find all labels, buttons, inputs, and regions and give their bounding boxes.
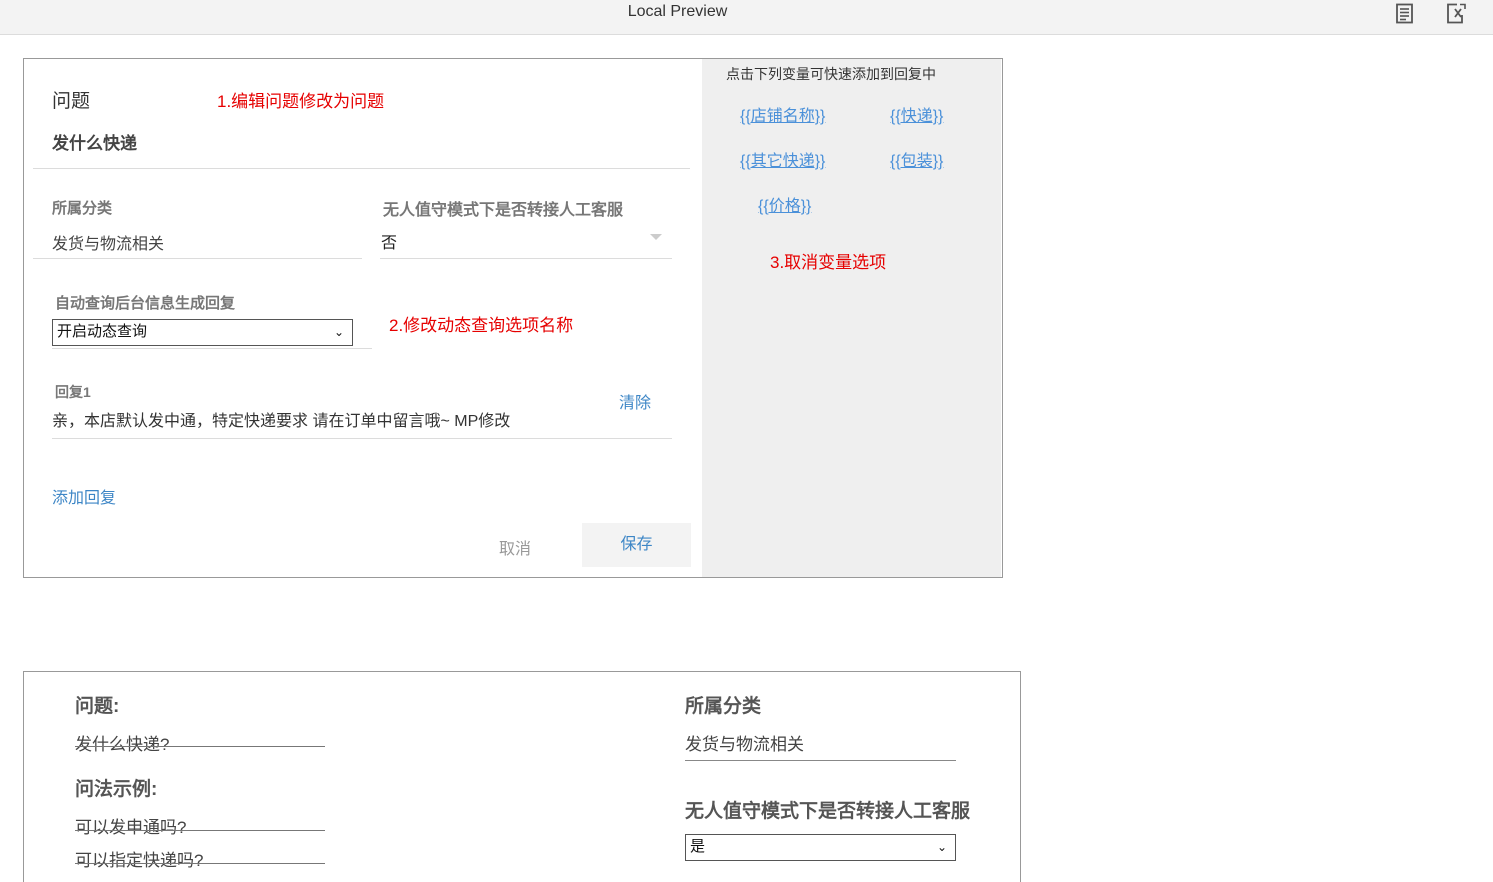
variable-shop-name[interactable]: {{店铺名称}} (740, 102, 825, 126)
variable-express[interactable]: {{快递}} (890, 102, 943, 126)
category-input-2[interactable]: 发货与物流相关 (685, 730, 804, 755)
window-titlebar: Local Preview (0, 0, 1493, 35)
auto-query-label: 自动查询后台信息生成回复 (55, 295, 236, 312)
chevron-down-icon: ⌄ (936, 840, 947, 854)
auto-query-underline (52, 348, 372, 349)
question-input[interactable]: 发什么快递 (52, 129, 137, 154)
category-field[interactable]: 发货与物流相关 (52, 230, 164, 254)
document-icon[interactable] (1395, 3, 1415, 25)
divider (33, 168, 690, 169)
category-underline (33, 258, 362, 259)
unattended-value-2: 是 (690, 838, 706, 855)
annotation-rename-option: 2.修改动态查询选项名称 (389, 316, 574, 335)
example-underline-1 (75, 830, 325, 831)
reply-underline (52, 438, 672, 439)
variable-other-express[interactable]: {{其它快递}} (740, 147, 825, 171)
category-label-2: 所属分类 (685, 696, 762, 717)
auto-query-value: 开启动态查询 (57, 323, 148, 340)
question-label-2: 问题: (75, 696, 120, 717)
save-button[interactable]: 保存 (582, 523, 691, 567)
annotation-edit-question: 1.编辑问题修改为问题 (217, 92, 385, 111)
unattended-label: 无人值守模式下是否转接人工客服 (383, 202, 624, 219)
unattended-label-2: 无人值守模式下是否转接人工客服 (685, 801, 971, 822)
reply-label: 回复1 (55, 384, 91, 400)
example-input-2[interactable]: 可以指定快递吗? (75, 846, 203, 871)
chevron-down-icon[interactable] (650, 234, 662, 240)
example-input-1[interactable]: 可以发申通吗? (75, 813, 186, 838)
question-underline-2 (75, 746, 325, 747)
variable-price[interactable]: {{价格}} (758, 192, 811, 216)
add-reply-link[interactable]: 添加回复 (52, 484, 116, 508)
export-icon[interactable] (1446, 3, 1466, 25)
reply-input[interactable]: 亲，本店默认发中通，特定快递要求 请在订单中留言哦~ MP修改 (52, 407, 510, 431)
variables-hint: 点击下列变量可快速添加到回复中 (726, 66, 936, 82)
auto-query-select[interactable]: 开启动态查询 ⌄ (52, 319, 353, 346)
window-title: Local Preview (627, 3, 728, 20)
question-label: 问题 (52, 91, 91, 112)
variables-panel (702, 59, 1001, 577)
unattended-select[interactable]: 否 (381, 229, 397, 253)
examples-label: 问法示例: (75, 779, 158, 800)
chevron-down-icon: ⌄ (333, 325, 344, 339)
example-underline-2 (75, 863, 325, 864)
category-underline-2 (685, 760, 956, 761)
unattended-select-2[interactable]: 是 ⌄ (685, 834, 956, 861)
question-input-2[interactable]: 发什么快递? (75, 730, 169, 755)
category-label: 所属分类 (52, 200, 113, 217)
unattended-underline (380, 258, 672, 259)
cancel-button[interactable]: 取消 (475, 535, 555, 559)
annotation-remove-variables: 3.取消变量选项 (770, 253, 887, 272)
variable-packaging[interactable]: {{包装}} (890, 147, 943, 171)
clear-button[interactable]: 清除 (619, 389, 651, 413)
